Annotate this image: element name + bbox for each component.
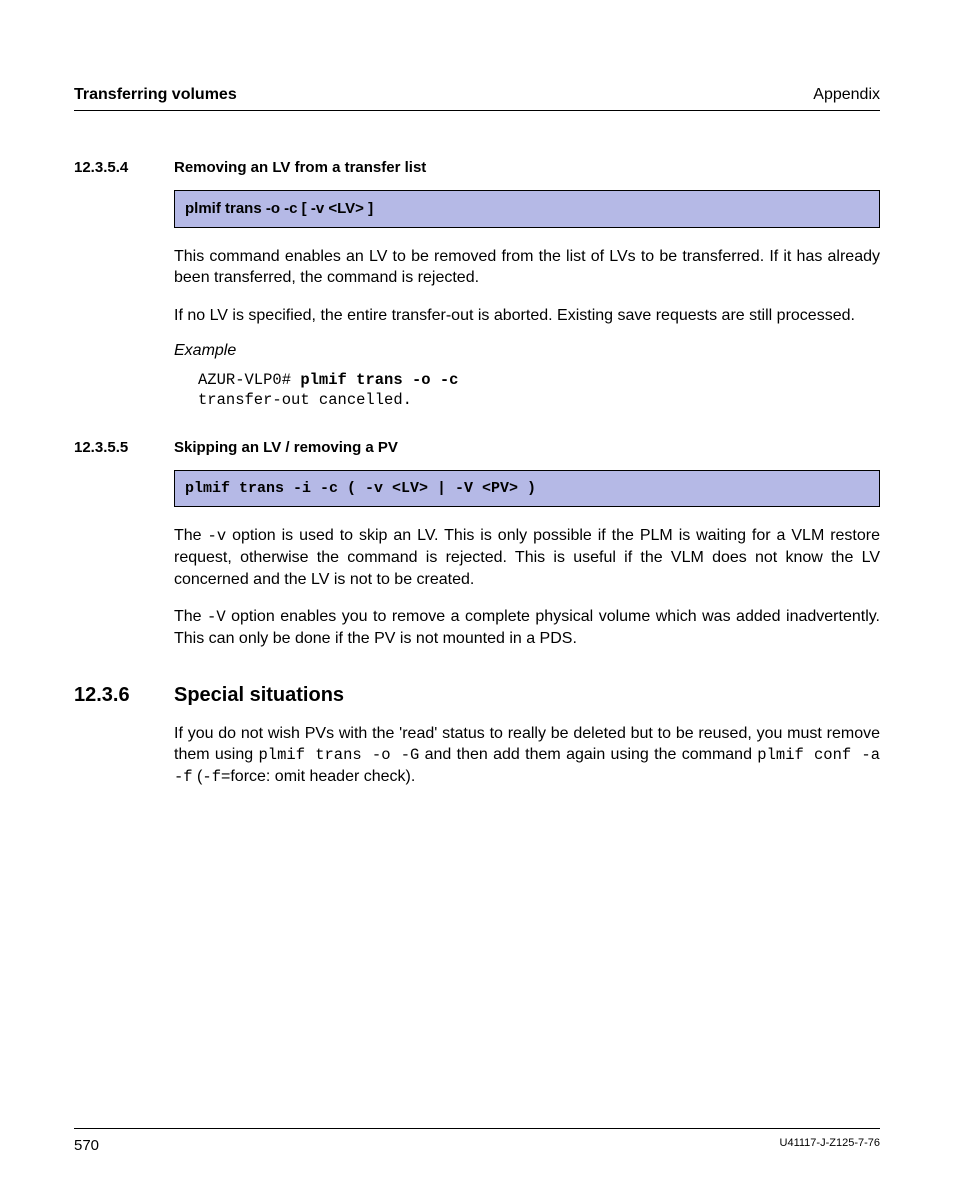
inline-code: -f — [202, 768, 221, 786]
section-content: plmif trans -o -c [ -v <LV> ] This comma… — [174, 190, 880, 411]
paragraph: If you do not wish PVs with the 'read' s… — [174, 723, 880, 788]
header-section-title: Transferring volumes — [74, 86, 237, 104]
terminal-example: AZUR-VLP0# plmif trans -o -c transfer-ou… — [198, 370, 880, 410]
page-footer: 570 U41117-J-Z125-7-76 — [74, 1128, 880, 1154]
text-run: ( — [193, 768, 203, 785]
section-heading: 12.3.5.5 Skipping an LV / removing a PV — [74, 439, 880, 456]
section-content: If you do not wish PVs with the 'read' s… — [174, 723, 880, 788]
inline-code: -V — [207, 608, 226, 626]
page-header: Transferring volumes Appendix — [74, 86, 880, 111]
section-number: 12.3.5.5 — [74, 439, 174, 456]
page-number: 570 — [74, 1137, 99, 1154]
terminal-command: plmif trans -o -c — [300, 371, 458, 389]
text-run: option is used to skip an LV. This is on… — [174, 527, 880, 588]
document-page: Transferring volumes Appendix 12.3.5.4 R… — [0, 0, 954, 1204]
text-run: and then add them again using the comman… — [419, 746, 757, 763]
example-label: Example — [174, 342, 880, 360]
header-appendix-label: Appendix — [813, 86, 880, 104]
inline-code: -v — [208, 527, 227, 545]
text-run: =force: omit header check). — [221, 768, 415, 785]
text-run: The — [174, 608, 207, 625]
paragraph: This command enables an LV to be removed… — [174, 246, 880, 289]
section-title: Skipping an LV / removing a PV — [174, 439, 398, 456]
command-syntax-box: plmif trans -o -c [ -v <LV> ] — [174, 190, 880, 228]
text-run: The — [174, 527, 208, 544]
terminal-prompt: AZUR-VLP0# — [198, 371, 300, 389]
subsection-number: 12.3.6 — [74, 684, 174, 707]
paragraph: The -v option is used to skip an LV. Thi… — [174, 525, 880, 590]
subsection-heading: 12.3.6 Special situations — [74, 684, 880, 707]
terminal-output: transfer-out cancelled. — [198, 391, 412, 409]
section-number: 12.3.5.4 — [74, 159, 174, 176]
text-run: option enables you to remove a complete … — [174, 608, 880, 647]
section-title: Removing an LV from a transfer list — [174, 159, 426, 176]
command-syntax-box: plmif trans -i -c ( -v <LV> | -V <PV> ) — [174, 470, 880, 508]
section-content: plmif trans -i -c ( -v <LV> | -V <PV> ) … — [174, 470, 880, 650]
section-heading: 12.3.5.4 Removing an LV from a transfer … — [74, 159, 880, 176]
subsection-title: Special situations — [174, 684, 344, 707]
document-id: U41117-J-Z125-7-76 — [780, 1137, 880, 1154]
paragraph: If no LV is specified, the entire transf… — [174, 305, 880, 327]
paragraph: The -V option enables you to remove a co… — [174, 606, 880, 650]
inline-code: plmif trans -o -G — [259, 746, 420, 764]
